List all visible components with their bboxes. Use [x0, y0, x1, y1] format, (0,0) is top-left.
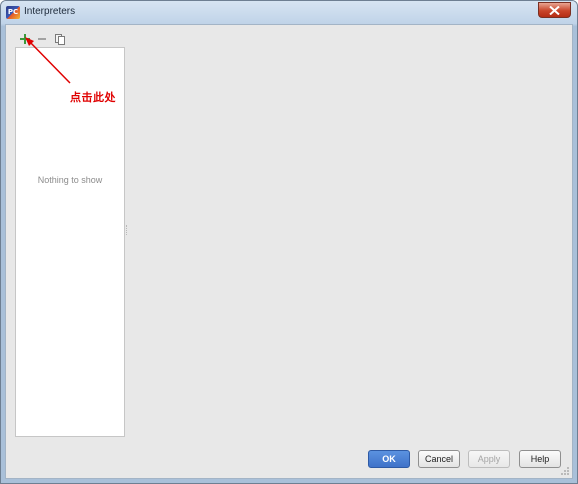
- dialog-content: Nothing to show 点击此处 OK Cancel Apply Hel…: [5, 24, 573, 479]
- close-icon: [549, 6, 560, 15]
- close-button[interactable]: [538, 2, 571, 18]
- title-bar[interactable]: PC Interpreters: [1, 1, 577, 24]
- cancel-button[interactable]: Cancel: [418, 450, 460, 468]
- help-button[interactable]: Help: [519, 450, 561, 468]
- copy-icon: [55, 34, 65, 45]
- app-icon: PC: [6, 6, 20, 19]
- interpreter-list[interactable]: Nothing to show: [15, 47, 125, 437]
- copy-interpreter-button[interactable]: [53, 31, 67, 45]
- annotation-label: 点击此处: [70, 91, 116, 104]
- apply-button: Apply: [468, 450, 510, 468]
- plus-icon: [20, 34, 30, 44]
- interpreters-window: PC Interpreters Nothing to show 点击此处 OK …: [0, 0, 578, 484]
- empty-list-message: Nothing to show: [37, 175, 103, 185]
- splitter-handle[interactable]: [126, 225, 128, 235]
- remove-interpreter-button[interactable]: [35, 31, 49, 45]
- resize-grip-icon[interactable]: [560, 466, 570, 476]
- window-title: Interpreters: [24, 6, 76, 17]
- ok-button[interactable]: OK: [368, 450, 410, 468]
- minus-icon: [38, 38, 46, 40]
- add-interpreter-button[interactable]: [18, 31, 32, 45]
